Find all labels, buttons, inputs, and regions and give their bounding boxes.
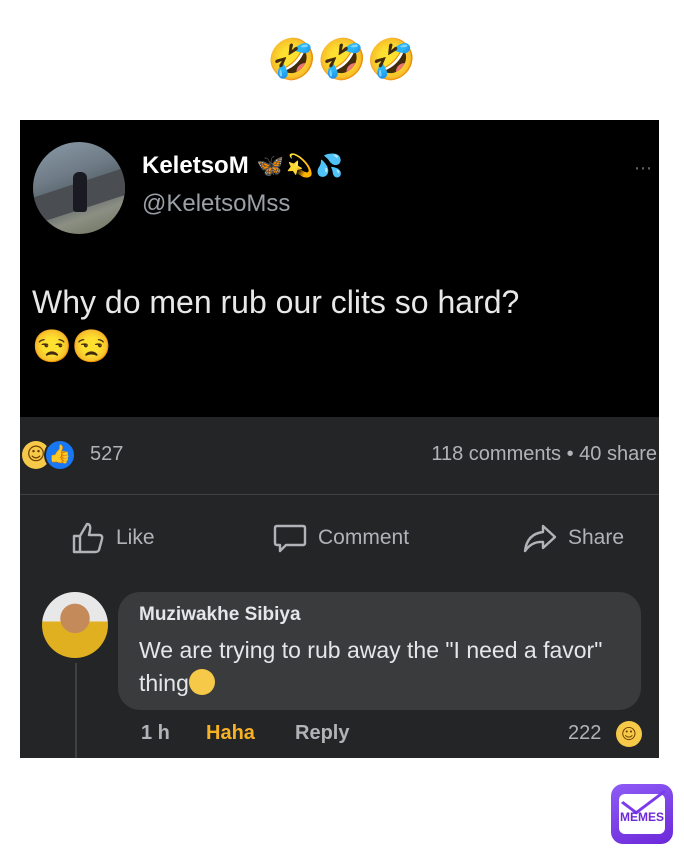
comment-button[interactable]: Comment <box>272 520 409 556</box>
share-label: Share <box>568 526 625 549</box>
comment-label: Comment <box>318 526 410 549</box>
like-button[interactable]: Like <box>70 520 155 556</box>
share-arrow-icon <box>523 524 557 553</box>
reaction-count: 527 <box>90 443 124 465</box>
caption-emojis: 🤣🤣🤣 <box>267 37 417 83</box>
author-name-row: KeletsoM 🦋💫💦 <box>142 152 345 180</box>
commenter-name[interactable]: Muziwakhe Sibiya <box>139 604 301 626</box>
tweet-body: Why do men rub our clits so hard? <box>32 284 520 320</box>
author-avatar[interactable] <box>33 142 125 234</box>
tweet-text: Why do men rub our clits so hard? 😒😒 <box>32 280 642 368</box>
author-name[interactable]: KeletsoM <box>142 152 249 180</box>
thumbs-up-icon <box>72 522 104 554</box>
comment-time[interactable]: 1 h <box>141 722 170 745</box>
haha-reaction-button[interactable]: Haha <box>206 722 255 745</box>
reactions-summary[interactable]: ☺ 👍 527 118 comments • 40 share <box>20 439 659 475</box>
comment-text: We are trying to rub away the "I need a … <box>139 634 619 700</box>
like-reaction-icon: 👍 <box>44 439 76 471</box>
divider <box>20 494 659 495</box>
memes-logo-label: MEMES <box>619 810 664 824</box>
comment-icon <box>273 524 307 553</box>
facebook-post-panel: ☺ 👍 527 118 comments • 40 share Like Com… <box>20 417 659 758</box>
comments-shares-count[interactable]: 118 comments • 40 share <box>431 443 657 466</box>
comment-bubble: Muziwakhe Sibiya We are trying to rub aw… <box>118 592 641 710</box>
commenter-avatar[interactable] <box>42 592 108 658</box>
more-options-icon[interactable]: ⋯ <box>634 158 653 179</box>
haha-reaction-icon: ☺ <box>616 721 642 747</box>
memes-logo: MEMES <box>611 784 673 844</box>
share-button[interactable]: Share <box>522 520 624 556</box>
author-handle[interactable]: @KeletsoMss <box>142 190 290 218</box>
tweet-card: KeletsoM 🦋💫💦 @KeletsoMss ⋯ Why do men ru… <box>20 120 659 417</box>
like-label: Like <box>116 526 155 549</box>
comment-reaction-count[interactable]: 222 <box>568 722 601 745</box>
author-emojis: 🦋💫💦 <box>256 153 345 179</box>
reply-button[interactable]: Reply <box>295 722 349 745</box>
eye-roll-emoji-icon <box>188 669 215 695</box>
thread-line <box>75 663 77 758</box>
tweet-emojis: 😒😒 <box>32 328 112 364</box>
